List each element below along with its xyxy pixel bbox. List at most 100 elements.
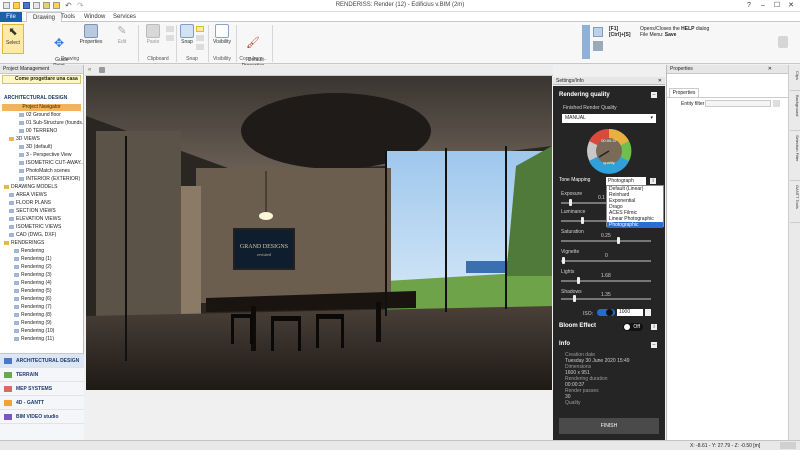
tree-item[interactable]: ISOMETRIC VIEWS (2, 223, 83, 231)
shadows-knob[interactable] (573, 295, 576, 302)
iso-toggle[interactable] (597, 309, 615, 316)
tip-link[interactable]: Come progettare una casa (2, 75, 81, 84)
lights-knob[interactable] (577, 277, 580, 284)
nav-terrain[interactable]: TERRAIN (0, 368, 84, 382)
nav-mep-systems[interactable]: MEP SYSTEMS (0, 382, 84, 396)
tree-item[interactable]: 3 - Perspective View (2, 151, 83, 159)
snap-option-icon[interactable] (196, 26, 204, 32)
saturation-knob[interactable] (617, 237, 620, 244)
lights-value: 1.68 (601, 273, 611, 279)
tab-background[interactable]: Background (790, 93, 800, 131)
tree-item[interactable]: 00 TERRENO (2, 127, 83, 135)
tree-item[interactable]: Rendering (1) (2, 255, 83, 263)
collapse-quality-button[interactable]: – (651, 92, 657, 98)
snap-button[interactable]: Snap (178, 24, 196, 45)
filter-icon[interactable] (773, 100, 780, 107)
save-hint: File Menu: Save (640, 32, 677, 38)
tree-item[interactable]: Rendering (9) (2, 319, 83, 327)
tree-item[interactable]: FLOOR PLANS (2, 199, 83, 207)
tree-item[interactable]: 01 Sub-Structure (founds... (2, 119, 83, 127)
bloom-toggle-knob (624, 324, 630, 330)
luminance-knob[interactable] (581, 217, 584, 224)
group-label-clipboard: Clipboard (147, 56, 169, 62)
iso-stepper[interactable] (645, 309, 651, 316)
tree-item[interactable]: Rendering (2) (2, 263, 83, 271)
video-icon (4, 414, 12, 420)
tree-item[interactable]: Rendering (5) (2, 287, 83, 295)
tree-item[interactable]: Rendering (8) (2, 311, 83, 319)
nav-architectural-design[interactable]: ARCHITECTURAL DESIGN (0, 354, 84, 368)
render-viewport[interactable]: GRAND DESIGNS revisited (86, 76, 552, 390)
render-panel-header: Settings/Info ✕ (553, 77, 665, 85)
vignette-slider[interactable] (561, 260, 651, 262)
help-panel-handle[interactable] (582, 25, 590, 59)
tone-mapping-select[interactable]: Photograph (606, 177, 646, 185)
ortho-snap-icon[interactable] (196, 44, 204, 50)
item-icon (19, 120, 24, 125)
collapse-icon[interactable]: « (88, 67, 91, 73)
iso-input[interactable]: 1000 (617, 309, 643, 316)
properties-tab[interactable]: Properties (669, 88, 699, 97)
bloom-toggle[interactable]: Off (623, 323, 643, 331)
finish-button[interactable]: FINISH (559, 418, 659, 434)
cut-icon[interactable] (166, 26, 174, 32)
close-button[interactable]: ✕ (784, 1, 798, 11)
tree-item[interactable]: Rendering (11) (2, 335, 83, 343)
item-icon (14, 296, 19, 301)
tree-folder[interactable]: RENDERINGS (2, 239, 83, 247)
tree-item[interactable]: PhotoMatch scenes (2, 167, 83, 175)
bloom-info-button[interactable]: i (651, 324, 657, 330)
exposure-knob[interactable] (569, 199, 572, 206)
quality-select[interactable]: MANUAL ▾ (562, 114, 656, 123)
view-icon[interactable] (99, 67, 105, 73)
tree-folder[interactable]: DRAWING MODELS (2, 183, 83, 191)
tree-item[interactable]: 3D (default) (2, 143, 83, 151)
tree-item[interactable]: INTERIOR (EXTERIOR) (2, 175, 83, 183)
tree-item[interactable]: Rendering (4) (2, 279, 83, 287)
vignette-knob[interactable] (562, 257, 565, 264)
tree-item[interactable]: Rendering (6) (2, 295, 83, 303)
help-button[interactable]: ? (742, 1, 756, 11)
poster-title: GRAND DESIGNS (240, 244, 288, 250)
tree-item[interactable]: ELEVATION VIEWS (2, 215, 83, 223)
tree-item[interactable]: Rendering (7) (2, 303, 83, 311)
copy-icon[interactable] (166, 35, 174, 41)
close-icon[interactable]: ✕ (768, 65, 772, 74)
tone-info-button[interactable]: i (650, 178, 656, 184)
paste-button[interactable]: Paste (142, 24, 164, 45)
grid-snap-icon[interactable] (196, 35, 204, 41)
maximize-button[interactable]: ☐ (770, 1, 784, 11)
tree-item[interactable]: ISOMETRIC CUT-AWAY... (2, 159, 83, 167)
collapse-info-button[interactable]: – (651, 342, 657, 348)
tab-clips[interactable]: Clips (790, 69, 800, 91)
saturation-slider[interactable] (561, 240, 651, 242)
tab-selection-filter[interactable]: Selection Filter (790, 133, 800, 181)
nav-4d-gantt[interactable]: 4D - GANTT (0, 396, 84, 410)
properties-button[interactable]: Properties (76, 24, 106, 45)
quality-heading: Rendering quality (559, 92, 610, 98)
select-button[interactable]: ⬉ Select (2, 24, 24, 54)
tree-folder[interactable]: 3D VIEWS (2, 135, 83, 143)
item-icon (14, 272, 19, 277)
tab-services[interactable]: Services (107, 12, 142, 22)
tree-item[interactable]: CAD (DWG, DXF) (2, 231, 83, 239)
render-image: GRAND DESIGNS revisited (86, 76, 552, 390)
tab-file[interactable]: File (0, 12, 22, 22)
entity-filter-select[interactable] (705, 100, 771, 107)
tree-item[interactable]: Rendering (3) (2, 271, 83, 279)
nav-bim-video[interactable]: BIM VIDEO studio (0, 410, 84, 424)
panel-close-icon[interactable]: ✕ (658, 77, 662, 85)
lights-slider[interactable] (561, 280, 651, 282)
tone-option[interactable]: Photographic (607, 222, 663, 228)
tree-item[interactable]: 02 Ground floor (2, 111, 83, 119)
tree-item[interactable]: AREA VIEWS (2, 191, 83, 199)
minimize-button[interactable]: – (756, 1, 770, 11)
tab-gantt-tools[interactable]: GANTT Tools (790, 183, 800, 223)
edit-button[interactable]: ✎ Edit (110, 24, 134, 45)
visibility-button[interactable]: Visibility (210, 24, 234, 45)
tree-item[interactable]: Rendering (2, 247, 83, 255)
scroll-icon[interactable] (778, 36, 788, 48)
tree-item[interactable]: Rendering (10) (2, 327, 83, 335)
status-icon (780, 442, 796, 449)
tree-item[interactable]: SECTION VIEWS (2, 207, 83, 215)
